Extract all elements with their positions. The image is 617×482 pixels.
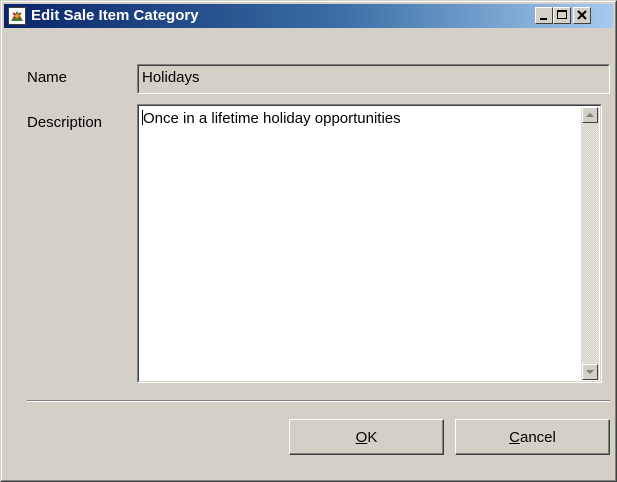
- name-label: Name: [27, 69, 68, 86]
- title-bar[interactable]: Edit Sale Item Category: [4, 4, 613, 28]
- close-icon: [577, 10, 587, 20]
- vertical-scrollbar[interactable]: [581, 107, 599, 380]
- minimize-button[interactable]: [535, 7, 553, 24]
- description-text: Once in a lifetime holiday opportunities: [142, 110, 401, 127]
- scroll-down-button[interactable]: [582, 364, 598, 380]
- scroll-up-button[interactable]: [582, 107, 598, 123]
- window-title: Edit Sale Item Category: [31, 7, 199, 24]
- arrow-down-icon: [586, 370, 594, 374]
- description-label: Description: [27, 114, 103, 131]
- name-value: Holidays: [142, 69, 200, 86]
- cancel-button[interactable]: Cancel: [455, 419, 610, 455]
- close-button[interactable]: [573, 7, 591, 24]
- maximize-button[interactable]: [553, 7, 571, 24]
- name-field[interactable]: Holidays: [137, 64, 610, 94]
- ok-button-label: OK: [355, 429, 378, 446]
- separator-highlight: [27, 401, 610, 402]
- dialog-window: Edit Sale Item Category Name Holidays De…: [0, 0, 617, 482]
- maximize-icon: [557, 10, 567, 19]
- arrow-up-icon: [586, 113, 594, 117]
- cancel-button-label: Cancel: [509, 429, 556, 446]
- ok-button[interactable]: OK: [289, 419, 444, 455]
- minimize-icon: [540, 18, 547, 20]
- description-textarea[interactable]: Once in a lifetime holiday opportunities: [137, 104, 602, 383]
- app-icon: [8, 7, 26, 25]
- description-value: Once in a lifetime holiday opportunities: [143, 110, 401, 127]
